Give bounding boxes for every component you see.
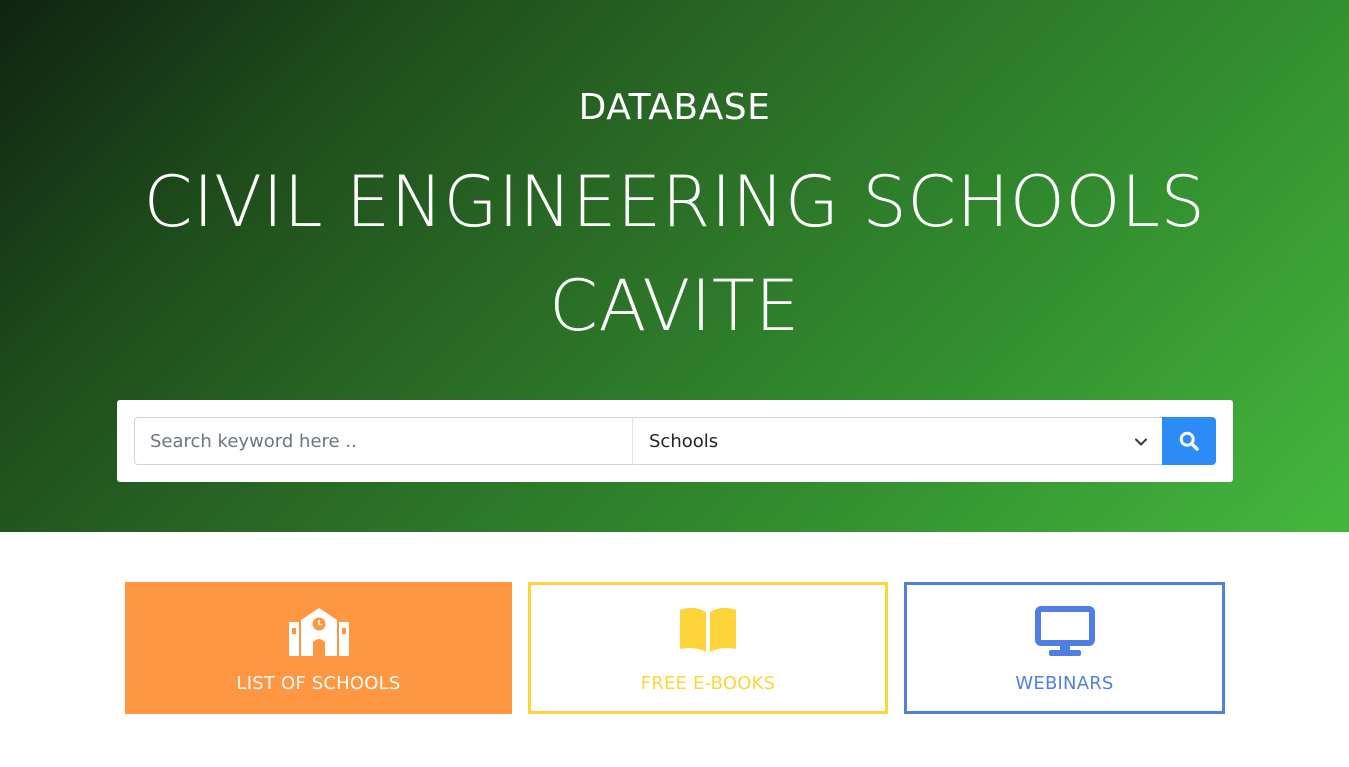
search-input[interactable] [134,417,633,465]
open-book-icon [680,607,736,652]
webinars-card[interactable]: WEBINARS [904,582,1225,714]
page-title: CIVIL ENGINEERING SCHOOLS CAVITE [143,161,1206,347]
list-of-schools-card[interactable]: LIST OF SCHOOLS [125,582,512,714]
hero-banner: DATABASE CIVIL ENGINEERING SCHOOLS CAVIT… [0,0,1349,532]
search-icon [1179,431,1199,451]
chevron-down-icon [1135,438,1147,446]
search-bar: Schools [117,400,1233,482]
search-button[interactable] [1162,417,1216,465]
free-ebooks-card[interactable]: FREE E-BOOKS [528,582,888,714]
school-icon [288,608,349,656]
hero-eyebrow: DATABASE [578,87,771,128]
free-ebooks-label: FREE E-BOOKS [640,673,776,694]
category-select[interactable]: Schools [632,417,1163,465]
list-of-schools-label: LIST OF SCHOOLS [236,673,401,694]
category-select-value: Schools [649,431,719,452]
webinars-label: WEBINARS [1015,673,1114,694]
monitor-icon [1034,606,1095,656]
